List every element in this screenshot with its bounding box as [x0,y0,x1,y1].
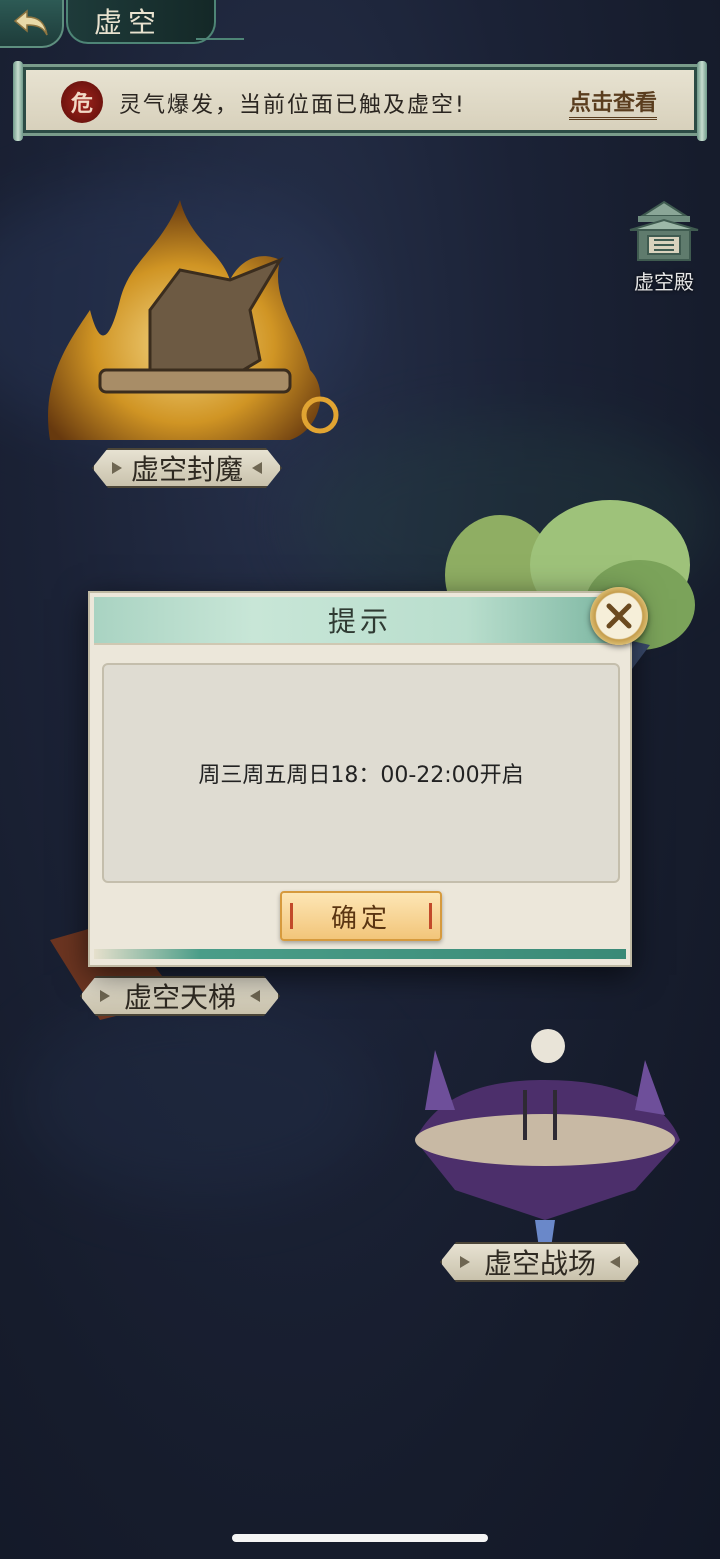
close-icon [606,603,632,629]
view-details-link[interactable]: 点击查看 [568,85,657,120]
banner-message: 灵气爆发，当前位面已触及虚空! [119,93,466,118]
map-node-seal-demon[interactable]: 虚空封魔 [30,190,340,490]
home-indicator[interactable] [232,1534,488,1542]
dialog-footer-stripe [94,949,626,959]
battlefield-island-icon [415,1029,680,1255]
map-node-label: 虚空战场 [440,1242,640,1282]
dialog-divider [94,643,626,645]
void-palace-button[interactable]: 虚空殿 [624,200,704,296]
notice-dialog: 提示 周三周五周日18：00-22:00开启 确定 [88,587,648,967]
page-title: 虚空 [66,0,216,44]
scroll-rod-right [697,61,707,141]
map-node-label: 虚空天梯 [80,976,280,1016]
title-divider [196,38,244,40]
dialog-body: 周三周五周日18：00-22:00开启 [102,663,620,883]
palace-label: 虚空殿 [634,270,694,294]
button-ornament-left [290,903,293,929]
confirm-button[interactable]: 确定 [280,891,442,941]
top-bar: 虚空 [0,0,720,50]
scroll-rod-left [13,61,23,141]
dialog-message: 周三周五周日18：00-22:00开启 [198,763,524,788]
danger-seal-icon: 危 [61,81,103,123]
palace-icon [629,200,699,261]
flaming-beast-icon [48,200,339,440]
dialog-title: 提示 [94,597,626,643]
close-button[interactable] [590,587,648,645]
back-arrow-icon [13,9,48,36]
back-button[interactable] [0,0,64,48]
map-node-battlefield[interactable]: 虚空战场 [395,1020,695,1290]
alert-banner[interactable]: 危 灵气爆发，当前位面已触及虚空! 点击查看 [13,61,707,141]
button-ornament-right [429,903,432,929]
map-node-label: 虚空封魔 [92,448,282,488]
confirm-label: 确定 [330,903,391,934]
